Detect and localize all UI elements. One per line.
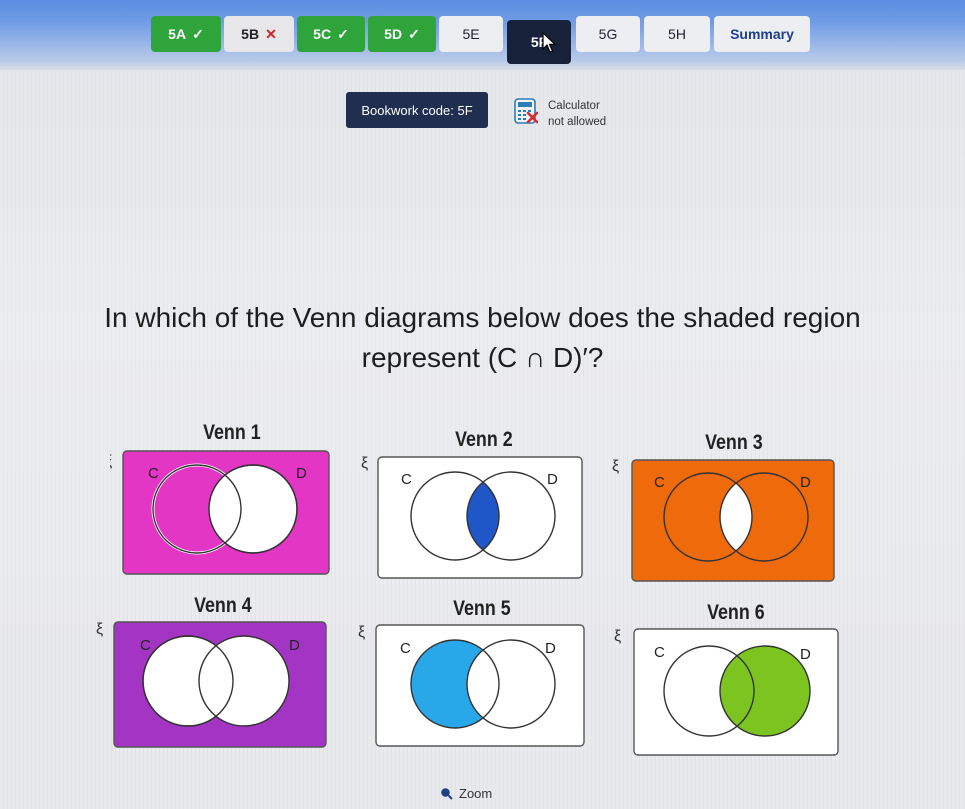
set-d-label: D (289, 637, 300, 654)
tab-5f[interactable]: 5F (507, 20, 571, 64)
calculator-label: Calculator (548, 100, 600, 112)
venn-6-title: Venn 6 (707, 601, 765, 624)
universal-set-symbol: ξ (96, 621, 103, 638)
top-navigation-bar: 5A ✓ 5B ✕ 5C ✓ 5D ✓ 5E 5F 5G 5H Summary (0, 0, 965, 70)
universal-set-symbol: ξ (110, 453, 112, 470)
question-line-1: In which of the Venn diagrams below does… (104, 302, 861, 333)
venn-3-title: Venn 3 (705, 431, 763, 454)
calculator-status: Calculator not allowed (548, 98, 606, 130)
venn-2-diagram[interactable]: ξ C D (361, 454, 586, 582)
tab-label: 5B (241, 26, 260, 42)
tab-5c[interactable]: 5C ✓ (297, 16, 365, 52)
tab-label: 5D (384, 26, 403, 42)
venn-5-title: Venn 5 (453, 597, 511, 620)
set-d-label: D (800, 474, 811, 491)
tab-5g[interactable]: 5G (576, 16, 640, 52)
venn-2-title: Venn 2 (455, 428, 513, 451)
check-icon: ✓ (408, 25, 420, 42)
mouse-cursor-icon (542, 32, 557, 53)
venn-4-title: Venn 4 (194, 594, 252, 617)
set-c-label: C (148, 465, 159, 482)
tab-summary[interactable]: Summary (714, 16, 810, 52)
zoom-label: Zoom (459, 786, 493, 801)
set-d-label: D (800, 646, 811, 663)
venn-1-title: Venn 1 (203, 421, 261, 444)
universal-set-symbol: ξ (612, 458, 619, 475)
set-c-label: C (654, 474, 665, 491)
magnifier-icon (441, 788, 453, 800)
universal-set-symbol: ξ (361, 455, 368, 472)
set-c-label: C (654, 644, 665, 661)
check-icon: ✓ (192, 25, 204, 42)
venn-4-diagram[interactable]: ξ C D (96, 618, 331, 750)
check-icon: ✓ (337, 25, 349, 42)
set-d-label: D (547, 471, 558, 488)
tab-label: 5A (168, 26, 187, 42)
zoom-button[interactable]: Zoom (440, 786, 492, 801)
set-c-label: C (140, 637, 151, 654)
question-line-2: represent (C ∩ D)′? (361, 342, 604, 373)
calculator-note: not allowed (548, 116, 607, 128)
tab-5b[interactable]: 5B ✕ (224, 16, 294, 52)
tab-label: Summary (730, 26, 794, 42)
tab-5a[interactable]: 5A ✓ (151, 16, 221, 52)
cross-icon: ✕ (265, 25, 277, 42)
tab-label: 5G (598, 26, 618, 42)
tab-label: 5C (313, 26, 332, 42)
set-d-label: D (296, 465, 307, 482)
tab-label: 5E (462, 26, 480, 42)
set-c-label: C (401, 471, 412, 488)
calculator-icon (514, 98, 538, 124)
tab-5h[interactable]: 5H (644, 16, 710, 52)
tab-label: 5H (668, 26, 686, 42)
question-text: In which of the Venn diagrams below does… (0, 298, 965, 378)
venn-1-diagram[interactable]: ξ C D (110, 448, 335, 578)
set-d-label: D (545, 640, 556, 657)
bookwork-code-badge: Bookwork code: 5F (346, 92, 488, 128)
venn-6-diagram[interactable]: ξ C D (612, 625, 842, 759)
universal-set-symbol: ξ (614, 628, 621, 645)
venn-5-diagram[interactable]: ξ C D (358, 621, 588, 749)
set-c-label: C (400, 640, 411, 657)
venn-3-diagram[interactable]: ξ C D (612, 457, 837, 583)
tab-5e[interactable]: 5E (439, 16, 503, 52)
tab-5d[interactable]: 5D ✓ (368, 16, 436, 52)
universal-set-symbol: ξ (358, 624, 365, 641)
